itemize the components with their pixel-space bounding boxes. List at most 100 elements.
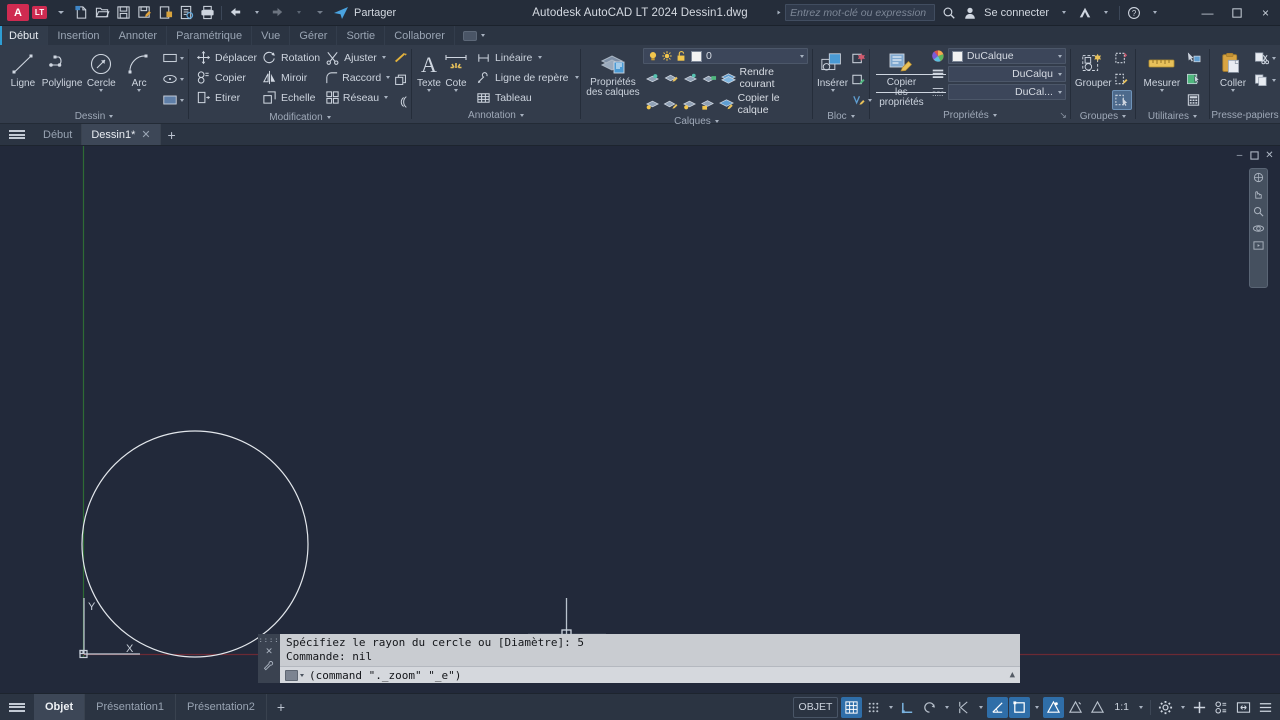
utilitaires-panel-caret-icon[interactable] [1193,115,1197,118]
search-input[interactable]: Entrez mot-clé ou expression [785,4,936,21]
rectangle-icon[interactable] [160,48,180,68]
object-snap-dropdown-icon[interactable] [1031,697,1042,718]
layout-tab-objet[interactable]: Objet [34,694,86,720]
polar-tracking-toggle[interactable] [919,697,940,718]
snap-mode-toggle[interactable] [863,697,884,718]
hachures-icon[interactable] [160,90,180,110]
panel-title-bloc[interactable]: Bloc [813,110,869,123]
decaler-icon[interactable] [391,92,411,112]
annotation-scale-dropdown-icon[interactable] [1135,697,1146,718]
close-button[interactable]: × [1251,0,1280,26]
ribbon-tab-insertion[interactable]: Insertion [48,26,110,45]
ribbon-tab-annoter[interactable]: Annoter [110,26,168,45]
dynamic-input-toggle[interactable] [1065,697,1086,718]
lineweight-toggle[interactable] [1087,697,1108,718]
command-window-handle[interactable]: :::: ✕ [258,634,280,683]
drawing-minimize-button[interactable]: – [1233,149,1246,162]
copier-presse-papiers-dropdown-icon[interactable] [1271,78,1276,82]
groupes-panel-caret-icon[interactable] [1122,115,1127,118]
hardware-acceleration-icon[interactable] [1189,697,1210,718]
isometric-drafting-toggle[interactable] [987,696,1009,718]
layer-lock-alt-icon[interactable] [699,94,718,114]
rendre-courant-label[interactable]: Rendre courant [739,66,807,90]
ribbon-display-options-icon[interactable] [462,30,477,41]
rotation-button[interactable]: Rotation [259,48,322,67]
bloc-panel-caret-icon[interactable] [850,115,855,118]
snap-mode-dropdown-icon[interactable] [885,697,896,718]
inserer-button[interactable]: Insérer [817,48,848,92]
account-dropdown-icon[interactable] [1054,3,1073,22]
bloc-attributs-icon[interactable] [848,90,868,110]
panel-title-groupes[interactable]: Groupes [1071,110,1135,123]
ligne-button[interactable]: Ligne [4,48,42,89]
clean-screen-icon[interactable] [1233,697,1254,718]
ribbon-tab-debut[interactable]: Début [0,26,49,45]
plot-preview-icon[interactable] [177,3,196,22]
command-scroll-up-icon[interactable]: ▲ [1010,670,1015,680]
object-snap-toggle[interactable] [1009,696,1031,718]
rectangle-dropdown-icon[interactable] [179,56,184,60]
cote-dropdown-icon[interactable] [453,89,458,92]
isolate-objects-icon[interactable] [1211,697,1232,718]
autodesk-app-dropdown-icon[interactable] [1096,3,1115,22]
mesurer-button[interactable]: Mesurer [1140,48,1184,92]
workspace-dropdown-icon[interactable] [1177,697,1188,718]
qat-dropdown-icon[interactable] [51,3,70,22]
pan-icon[interactable] [1252,189,1265,200]
ellipse-dropdown-icon[interactable] [179,77,184,81]
qat-more-icon[interactable] [310,3,329,22]
reseau-dropdown-icon[interactable] [384,96,389,99]
lineaire-button[interactable]: Linéaire [473,48,581,67]
editer-groupe-icon[interactable] [1112,69,1132,89]
rendre-courant-icon[interactable] [719,68,738,88]
close-icon[interactable]: ✕ [141,128,150,141]
minimize-button[interactable]: — [1193,0,1222,26]
arc-dropdown-icon[interactable] [137,89,142,92]
drawing-restore-button[interactable] [1248,149,1261,162]
compter-icon[interactable] [1184,69,1204,89]
calques-panel-caret-icon[interactable] [714,120,719,123]
dessin-panel-caret-icon[interactable] [109,115,114,118]
texte-button[interactable]: A Texte [416,48,442,92]
layer-match-icon[interactable] [661,94,680,114]
bloc-editer-icon[interactable] [848,69,868,89]
command-input[interactable]: (command "._zoom" "_e") ▲ [280,666,1020,683]
share-label[interactable]: Partager [354,7,396,19]
ortho-mode-toggle[interactable] [897,697,918,718]
coller-dropdown-icon[interactable] [1230,89,1235,92]
redo-dropdown-icon[interactable] [289,3,308,22]
space-toggle-button[interactable]: OBJET [792,696,839,718]
ribbon-tab-parametrique[interactable]: Paramétrique [167,26,253,45]
doc-tab-dessin1[interactable]: Dessin1* ✕ [82,124,161,145]
layer-dropdown-caret-icon[interactable] [799,54,804,58]
raccord-dropdown-icon[interactable] [386,76,391,79]
raccord-button[interactable]: Raccord [322,68,391,87]
annotation-panel-caret-icon[interactable] [519,114,524,117]
lineaire-dropdown-icon[interactable] [538,56,543,59]
copier-proprietes-button[interactable]: Copier les propriétés [874,48,929,108]
export-file-icon[interactable] [156,3,175,22]
help-dropdown-icon[interactable] [1145,3,1164,22]
linetype-caret-icon[interactable] [1057,72,1062,76]
drawing-close-button[interactable]: ✕ [1263,149,1276,162]
maximize-button[interactable] [1222,0,1251,26]
help-icon[interactable]: ? [1124,3,1143,22]
new-document-button[interactable]: + [161,124,183,145]
customization-menu-icon[interactable] [1255,697,1276,718]
ligne-repere-button[interactable]: Ligne de repère [473,68,581,87]
panel-title-utilitaires[interactable]: Utilitaires [1136,110,1209,123]
lt-badge-icon[interactable]: LT [30,3,49,22]
share-icon[interactable] [331,3,350,22]
application-menu-button[interactable] [0,124,34,145]
new-layout-button[interactable]: + [267,699,295,715]
inserer-dropdown-icon[interactable] [830,89,835,92]
proprietes-calques-button[interactable]: Propriétés des calques [585,48,641,98]
ajuster-dropdown-icon[interactable] [381,56,386,59]
arc-button[interactable]: Arc [120,48,158,92]
copier-calque-label[interactable]: Copier le calque [738,92,808,116]
object-snap-tracking-toggle[interactable] [953,697,974,718]
undo-icon[interactable] [226,3,245,22]
command-close-icon[interactable]: ✕ [266,644,273,657]
panel-title-calques[interactable]: Calques [581,116,812,127]
save-file-icon[interactable] [114,3,133,22]
